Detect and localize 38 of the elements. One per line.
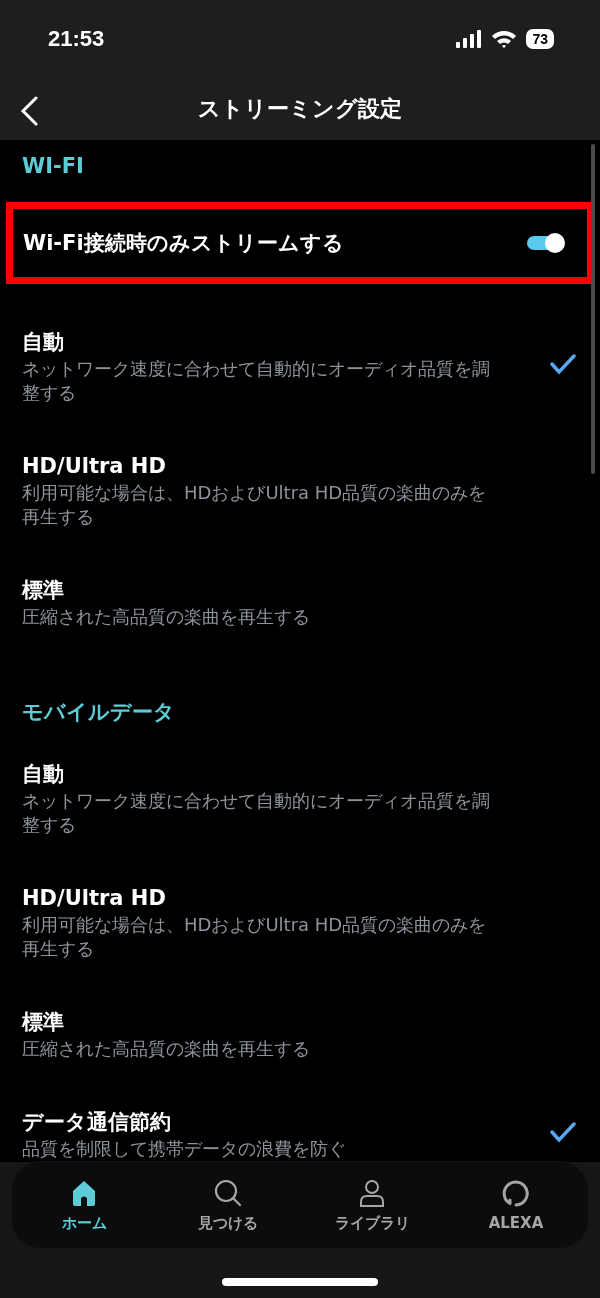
battery-level: 73 — [526, 29, 554, 49]
toggle-label: Wi-Fi接続時のみストリームする — [23, 230, 345, 257]
option-row[interactable]: HD/Ultra HD 利用可能な場合は、HDおよびUltra HD品質の楽曲のみを再生する — [0, 860, 600, 984]
option-description: 利用可能な場合は、HDおよびUltra HD品質の楽曲のみを再生する — [22, 481, 488, 529]
option-row[interactable]: HD/Ultra HD 利用可能な場合は、HDおよびUltra HD品質の楽曲のみを再生する — [0, 428, 600, 552]
option-description: ネットワーク速度に合わせて自動的にオーディオ品質を調整する — [22, 789, 491, 837]
option-description: 利用可能な場合は、HDおよびUltra HD品質の楽曲のみを再生する — [22, 913, 488, 961]
section-header: WI-FI — [21, 153, 85, 180]
signal-icon — [456, 30, 483, 48]
toggle-switch[interactable] — [527, 236, 563, 250]
option-title: HD/Ultra HD — [22, 453, 166, 480]
search-icon — [213, 1177, 243, 1208]
option-row[interactable]: データ通信節約 品質を制限して携帯データの浪費を防ぐ — [0, 1084, 600, 1162]
option-description: 品質を制限して携帯データの浪費を防ぐ — [22, 1137, 347, 1161]
option-title: HD/Ultra HD — [22, 885, 166, 912]
tab-button[interactable]: ALEXA — [456, 1174, 576, 1236]
ring-icon — [501, 1178, 531, 1208]
option-title: データ通信節約 — [22, 1109, 171, 1136]
section-header: モバイルデータ — [21, 699, 176, 726]
option-row[interactable]: 自動 ネットワーク速度に合わせて自動的にオーディオ品質を調整する — [0, 304, 600, 428]
option-row[interactable]: 自動 ネットワーク速度に合わせて自動的にオーディオ品質を調整する — [0, 736, 600, 860]
wifi-icon — [492, 30, 517, 48]
option-row[interactable]: 標準 圧縮された高品質の楽曲を再生する — [0, 552, 600, 652]
option-row[interactable]: 標準 圧縮された高品質の楽曲を再生する — [0, 984, 600, 1084]
tab-button[interactable]: 見つける — [168, 1173, 288, 1237]
option-description: 圧縮された高品質の楽曲を再生する — [22, 605, 311, 629]
screen-title: ストリーミング設定 — [198, 95, 402, 123]
status-time: 21:53 — [48, 26, 106, 52]
back-icon — [18, 96, 40, 126]
person-icon — [357, 1177, 387, 1208]
option-title: 標準 — [22, 577, 64, 604]
option-description: 圧縮された高品質の楽曲を再生する — [22, 1037, 311, 1061]
option-title: 自動 — [22, 761, 64, 788]
option-title: 標準 — [22, 1009, 64, 1036]
option-description: ネットワーク速度に合わせて自動的にオーディオ品質を調整する — [22, 357, 491, 405]
option-title: 自動 — [22, 329, 64, 356]
tab-button[interactable]: ライブラリ — [312, 1173, 432, 1237]
tab-button[interactable]: ホーム — [24, 1173, 144, 1237]
